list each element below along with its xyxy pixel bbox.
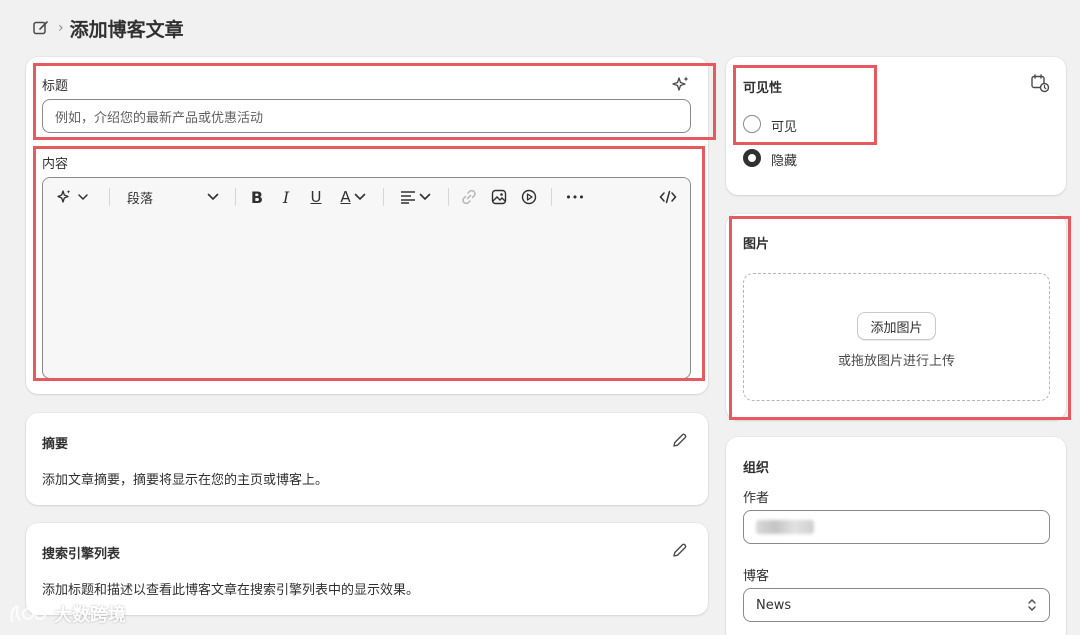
image-card: 图片 添加图片 或拖放图片进行上传 — [726, 214, 1066, 420]
toolbar-separator — [109, 188, 110, 206]
seo-card: 搜索引擎列表 添加标题和描述以查看此博客文章在搜索引擎列表中的显示效果。 — [26, 523, 708, 615]
magic-sparkle-icon[interactable] — [672, 75, 690, 93]
summary-text: 添加文章摘要，摘要将显示在您的主页或博客上。 — [42, 473, 329, 488]
toolbar-separator — [383, 188, 384, 206]
add-image-button[interactable]: 添加图片 — [857, 312, 936, 340]
organization-card: 组织 作者 博客 News — [726, 437, 1066, 635]
seo-label: 搜索引擎列表 — [42, 547, 121, 562]
toolbar-separator — [551, 188, 552, 206]
title-input[interactable]: 例如，介绍您的最新产品或优惠活动 — [42, 99, 691, 133]
pencil-icon[interactable] — [671, 541, 689, 559]
align-dropdown[interactable] — [395, 178, 435, 216]
watermark: 大数跨境 — [8, 601, 126, 627]
visibility-option-visible[interactable]: 可见 — [743, 115, 883, 135]
title-input-placeholder: 例如，介绍您的最新产品或优惠活动 — [55, 110, 264, 126]
ai-sparkle-dropdown[interactable] — [53, 178, 93, 216]
more-options-button[interactable]: ••• — [561, 178, 589, 216]
author-label: 作者 — [743, 491, 770, 506]
summary-card: 摘要 添加文章摘要，摘要将显示在您的主页或博客上。 — [26, 413, 708, 505]
watermark-logo-icon — [8, 603, 48, 625]
post-main-card: 标题 例如，介绍您的最新产品或优惠活动 内容 段落 B I U A ••• — [26, 57, 708, 394]
author-input[interactable] — [743, 510, 1050, 544]
video-insert-icon[interactable] — [517, 178, 541, 216]
editor-toolbar: 段落 B I U A ••• — [43, 178, 690, 216]
content-label: 内容 — [42, 157, 69, 172]
image-dropzone[interactable]: 添加图片 或拖放图片进行上传 — [743, 273, 1050, 401]
page-header: › 添加博客文章 — [32, 14, 184, 42]
toolbar-separator — [448, 188, 449, 206]
text-color-dropdown[interactable]: A — [335, 178, 371, 216]
italic-button[interactable]: I — [274, 178, 298, 216]
visibility-label: 可见性 — [743, 81, 783, 96]
chevron-down-icon — [207, 193, 219, 201]
text-color-label: A — [340, 188, 351, 206]
summary-label: 摘要 — [42, 437, 69, 452]
visibility-option-hidden[interactable]: 隐藏 — [743, 149, 883, 169]
pencil-icon[interactable] — [671, 431, 689, 449]
watermark-text: 大数跨境 — [54, 605, 126, 626]
code-view-icon[interactable] — [655, 178, 681, 216]
page-title: 添加博客文章 — [69, 18, 184, 41]
schedule-calendar-icon[interactable] — [1030, 73, 1050, 93]
paragraph-style-select[interactable]: 段落 — [123, 178, 223, 216]
organization-label: 组织 — [743, 461, 770, 476]
bold-button[interactable]: B — [245, 178, 269, 216]
visibility-option-label: 可见 — [771, 120, 798, 135]
add-image-button-label: 添加图片 — [870, 320, 923, 336]
toolbar-separator — [235, 188, 236, 206]
underline-button[interactable]: U — [304, 178, 328, 216]
select-updown-icon — [1027, 598, 1037, 612]
content-editor[interactable]: 段落 B I U A ••• — [42, 177, 691, 379]
title-label: 标题 — [42, 79, 69, 94]
image-drop-hint: 或拖放图片进行上传 — [837, 354, 955, 369]
breadcrumb-chevron-icon: › — [58, 20, 64, 36]
visibility-option-label: 隐藏 — [771, 154, 798, 169]
seo-text: 添加标题和描述以查看此博客文章在搜索引擎列表中的显示效果。 — [42, 583, 420, 598]
link-icon[interactable] — [457, 178, 481, 216]
visibility-card: 可见性 可见 隐藏 — [726, 57, 1066, 195]
blog-select[interactable]: News — [743, 588, 1050, 622]
radio-button[interactable] — [743, 115, 761, 133]
image-label: 图片 — [743, 237, 770, 252]
radio-button-selected[interactable] — [743, 149, 761, 167]
edit-icon[interactable] — [32, 19, 50, 37]
image-insert-icon[interactable] — [487, 178, 511, 216]
author-value-blurred — [756, 520, 814, 534]
blog-label: 博客 — [743, 569, 770, 584]
paragraph-style-value: 段落 — [127, 191, 154, 207]
align-left-icon — [400, 190, 416, 204]
blog-select-value: News — [756, 597, 792, 613]
